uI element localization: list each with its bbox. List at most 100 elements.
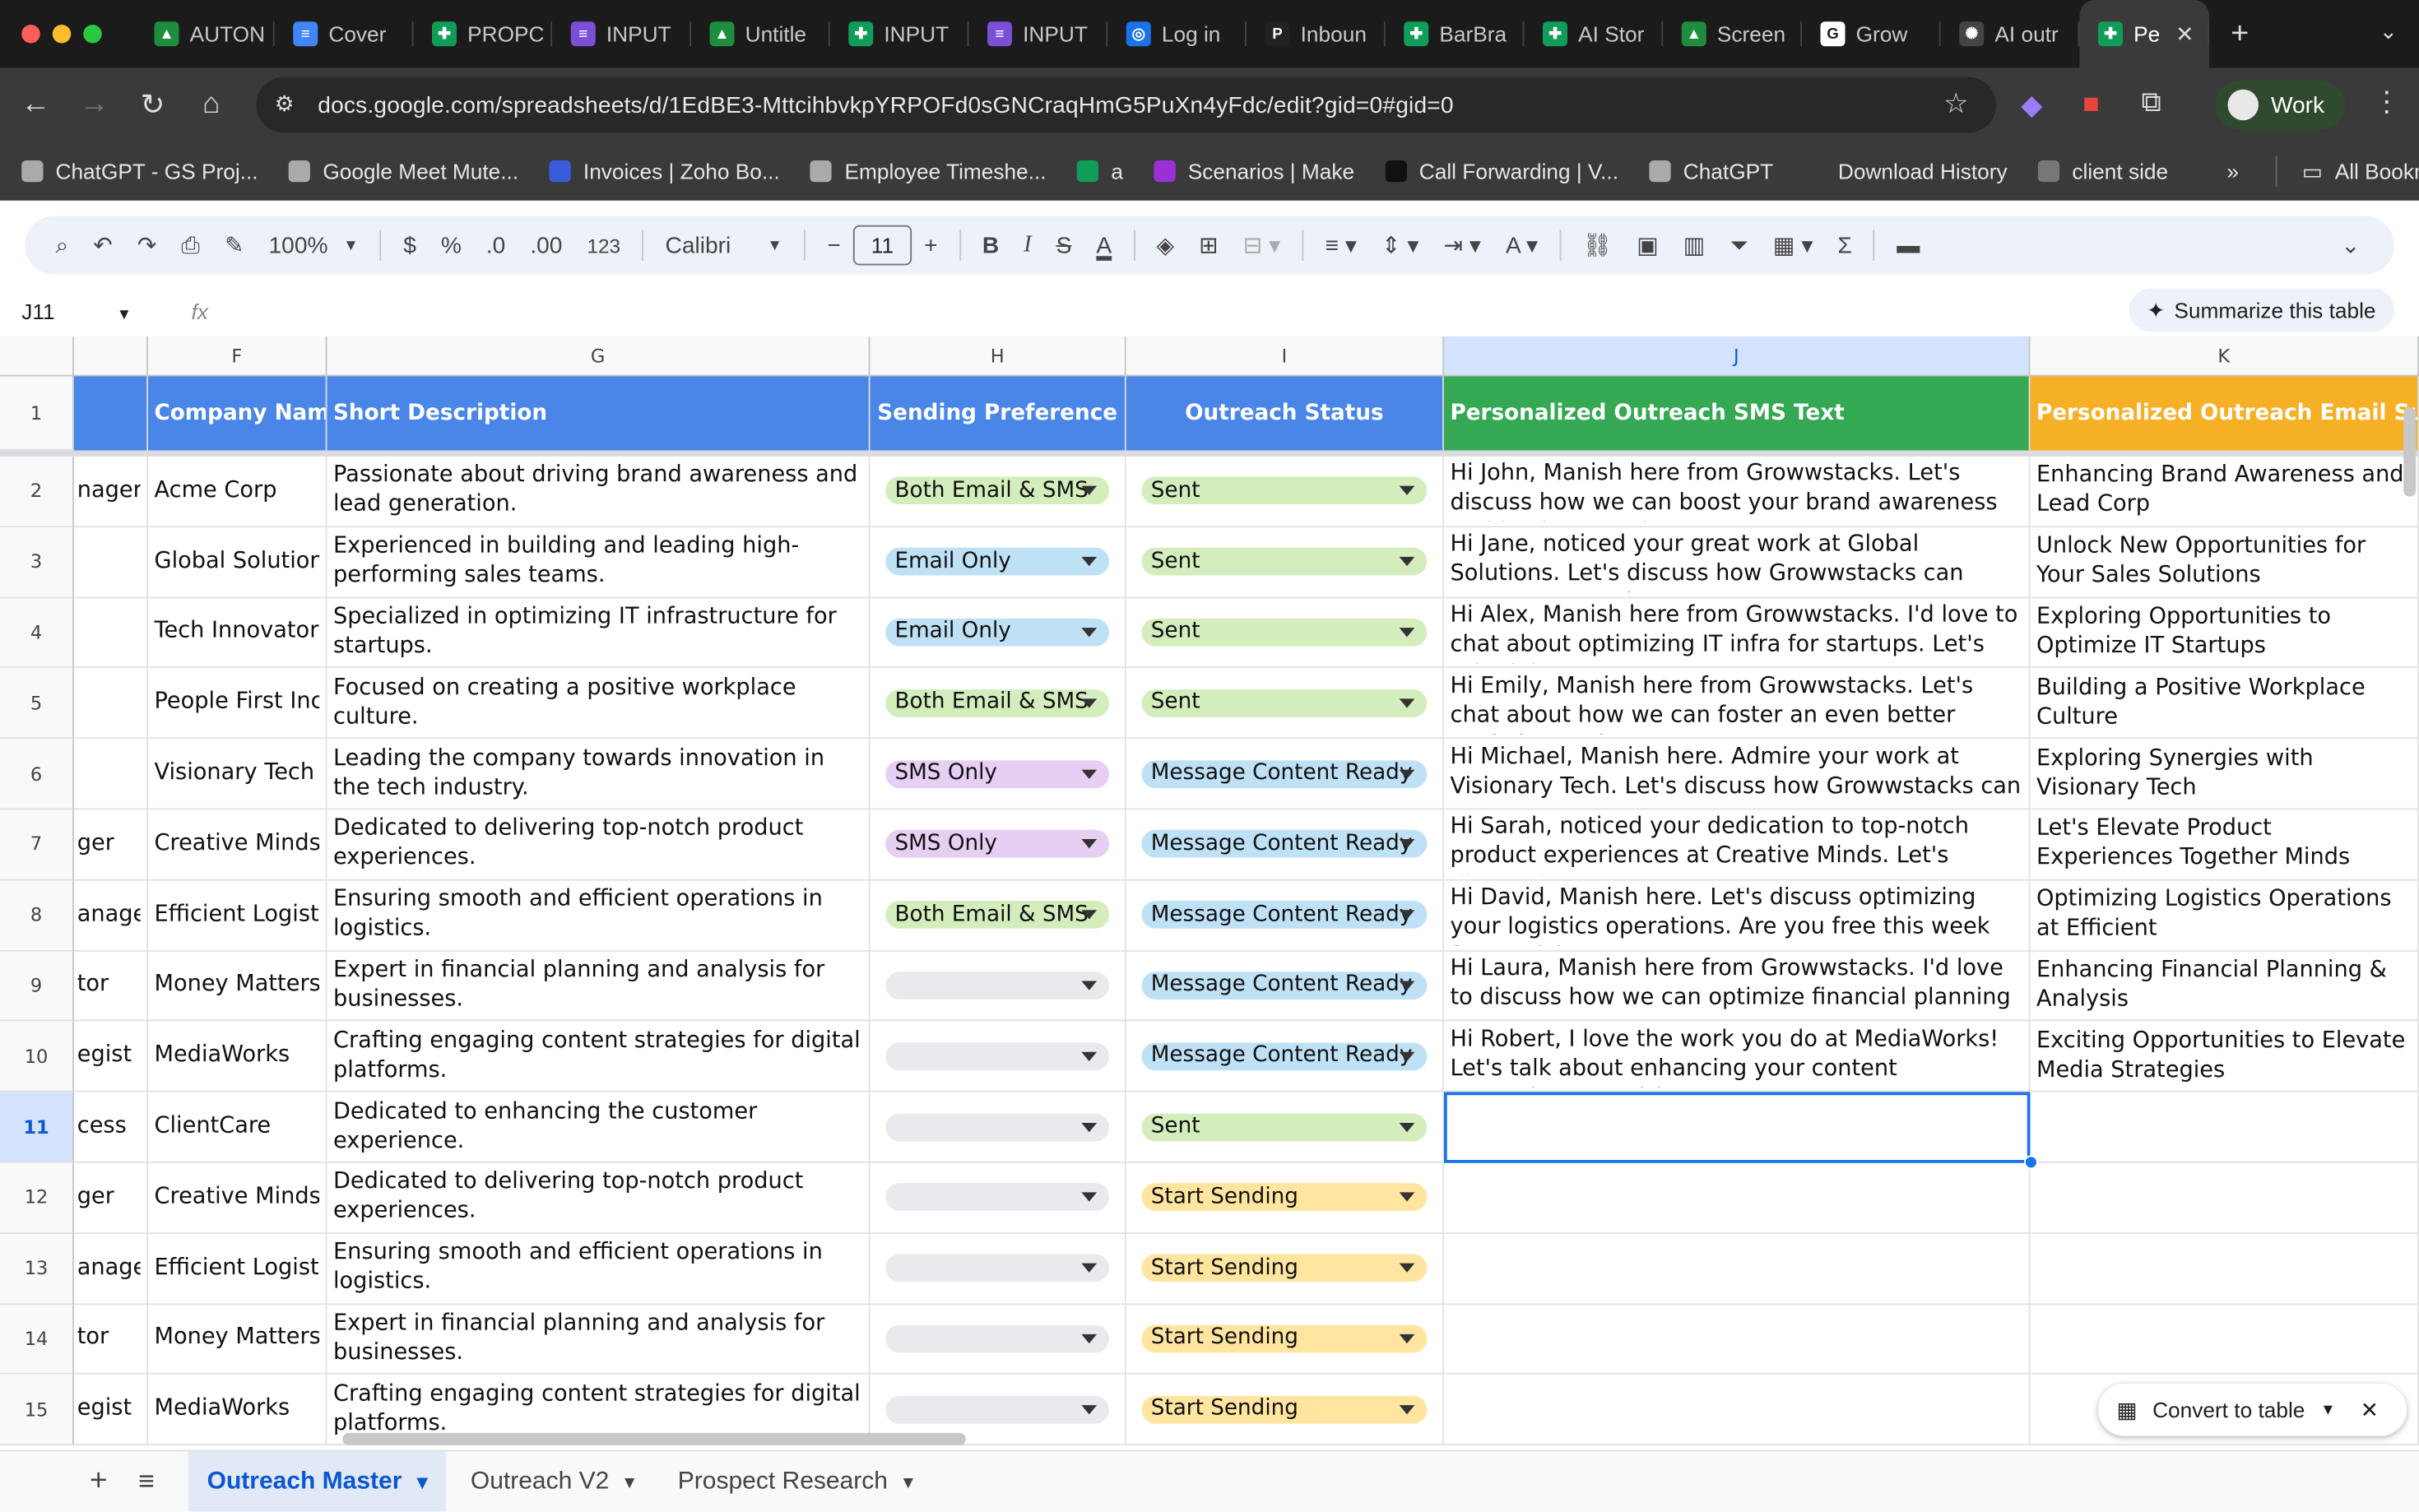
sending-preference-dropdown[interactable] [885, 1112, 1110, 1141]
chevron-down-icon[interactable]: ▾ [624, 1469, 634, 1494]
fill-handle[interactable] [2024, 1155, 2038, 1170]
browser-tab[interactable]: G Grow [1802, 0, 1941, 68]
sending-preference-dropdown[interactable] [885, 972, 1110, 999]
paint-format-icon[interactable]: ✎ [212, 231, 257, 259]
browser-tab[interactable]: ◎ Log in [1107, 0, 1247, 68]
url-field[interactable]: ⚙ docs.google.com/spreadsheets/d/1EdBE3-… [256, 77, 1997, 133]
cell-status[interactable]: Message Content Ready [1126, 880, 1444, 952]
row-header[interactable]: 12 [0, 1162, 74, 1234]
name-box[interactable]: J11 ▼ [0, 299, 160, 324]
outreach-status-dropdown[interactable]: Message Content Ready [1141, 1042, 1428, 1070]
home-icon[interactable]: ⌂ [182, 88, 240, 122]
bookmark-item[interactable]: client side [2038, 159, 2168, 183]
cell-company[interactable]: Acme Corp [148, 457, 327, 527]
forward-arrow-icon[interactable]: → [65, 88, 123, 122]
sending-preference-dropdown[interactable] [885, 1183, 1110, 1212]
column-header-i[interactable]: I [1126, 336, 1444, 377]
column-header-j[interactable]: J [1444, 336, 2031, 377]
row-header[interactable]: 1 [0, 376, 74, 451]
insert-chart-icon[interactable]: ▥ [1671, 231, 1718, 259]
bookmark-item[interactable]: ChatGPT - GS Proj... [21, 159, 258, 183]
outreach-status-dropdown[interactable]: Message Content Ready [1141, 759, 1428, 788]
selected-cell-j11[interactable] [1444, 1092, 2031, 1164]
bookmark-item[interactable]: Google Meet Mute... [289, 159, 518, 183]
cell-company[interactable]: Money Matters [148, 951, 327, 1022]
browser-tab[interactable]: ≡ INPUT [969, 0, 1108, 68]
undo-icon[interactable]: ↶ [81, 231, 125, 259]
horizontal-scrollbar[interactable] [342, 1432, 966, 1445]
header-cell[interactable] [74, 376, 148, 451]
sending-preference-dropdown[interactable] [885, 1254, 1110, 1282]
cell-e[interactable]: egist [74, 1021, 148, 1092]
close-tab-icon[interactable]: ✕ [2175, 21, 2194, 47]
bold-icon[interactable]: B [970, 232, 1011, 258]
bookmark-item[interactable]: Download History [1804, 159, 2008, 183]
header-company[interactable]: Company Name [148, 376, 327, 451]
cell-status[interactable]: Message Content Ready [1126, 1021, 1444, 1092]
frozen-row-divider[interactable] [0, 450, 2419, 457]
text-wrapping-icon[interactable]: ⇥ ▾ [1431, 231, 1493, 259]
cell-subject[interactable]: Unlock New Opportunities for Your Sales … [2030, 526, 2419, 598]
extension-diamond-icon[interactable]: ◆ [2021, 90, 2042, 122]
extensions-puzzle-icon[interactable]: ⧉ [2142, 86, 2161, 118]
vertical-align-icon[interactable]: ⇕ ▾ [1369, 231, 1431, 259]
close-window-button[interactable] [21, 25, 40, 44]
sending-preference-dropdown[interactable] [885, 1042, 1110, 1070]
decrease-font-size-icon[interactable]: − [815, 232, 852, 258]
print-icon[interactable]: ⎙ [169, 232, 212, 258]
increase-decimal-button[interactable]: .00 [518, 232, 574, 258]
cell-sms[interactable] [1444, 1162, 2031, 1234]
cell-company[interactable]: Global Solutions [148, 526, 327, 598]
cell-pref[interactable] [870, 1162, 1126, 1234]
redo-icon[interactable]: ↷ [125, 231, 169, 259]
browser-tab[interactable]: ▲ AUTON [136, 0, 275, 68]
bookmarks-overflow-icon[interactable]: » [2226, 159, 2239, 183]
row-header[interactable]: 4 [0, 597, 74, 669]
sending-preference-dropdown[interactable]: Both Email & SMS [885, 689, 1110, 717]
cell-subject[interactable]: Let's Elevate Product Experiences Togeth… [2030, 809, 2419, 881]
italic-icon[interactable]: I [1011, 232, 1043, 258]
maximize-window-button[interactable] [83, 25, 102, 44]
row-header[interactable]: 13 [0, 1233, 74, 1305]
cell-e[interactable] [74, 739, 148, 810]
chevron-down-icon[interactable]: ▾ [903, 1469, 913, 1494]
column-header-g[interactable]: G [327, 336, 871, 377]
cell-sms[interactable] [1444, 1233, 2031, 1305]
sending-preference-dropdown[interactable]: SMS Only [885, 830, 1110, 859]
browser-tab[interactable]: ✚ INPUT [830, 0, 969, 68]
outreach-status-dropdown[interactable]: Sent [1141, 547, 1428, 576]
cell-company[interactable]: Visionary Tech [148, 739, 327, 810]
cell-desc[interactable]: Specialized in optimizing IT infrastruct… [327, 597, 871, 669]
cell-status[interactable]: Message Content Ready [1126, 739, 1444, 810]
back-arrow-icon[interactable]: ← [7, 88, 65, 122]
sending-preference-dropdown[interactable]: Email Only [885, 547, 1110, 576]
cell-sms[interactable]: Hi David, Manish here. Let's discuss opt… [1444, 880, 2031, 952]
site-settings-icon[interactable]: ⚙ [275, 91, 295, 118]
close-icon[interactable]: ✕ [2361, 1397, 2379, 1423]
outreach-status-dropdown[interactable]: Message Content Ready [1141, 901, 1428, 930]
cell-sms[interactable]: Hi Sarah, noticed your dedication to top… [1444, 809, 2031, 881]
header-status[interactable]: Outreach Status [1126, 376, 1444, 451]
cell-e[interactable]: tor [74, 951, 148, 1022]
column-header-k[interactable]: K [2030, 336, 2419, 377]
browser-tab[interactable]: ≡ Cover [275, 0, 414, 68]
cell-company[interactable]: MediaWorks [148, 1375, 327, 1446]
cell-status[interactable]: Start Sending [1126, 1162, 1444, 1234]
bookmark-item[interactable]: ChatGPT [1649, 159, 1773, 183]
browser-tab[interactable]: ✚ Pe ✕ [2079, 0, 2209, 68]
header-subject[interactable]: Personalized Outreach Email Subject [2030, 376, 2419, 451]
chevron-down-icon[interactable]: ▾ [417, 1469, 427, 1494]
cell-status[interactable]: Sent [1126, 1092, 1444, 1163]
header-pref[interactable]: Sending Preference [870, 376, 1126, 451]
outreach-status-dropdown[interactable]: Message Content Ready [1141, 972, 1428, 999]
cell-e[interactable] [74, 597, 148, 669]
cell-pref[interactable]: Both Email & SMS [870, 457, 1126, 527]
cell-sms[interactable]: Hi Laura, Manish here from Growwstacks. … [1444, 951, 2031, 1022]
cell-desc[interactable]: Focused on creating a positive workplace… [327, 668, 871, 740]
cell-sms[interactable]: Hi John, Manish here from Growwstacks. L… [1444, 457, 2031, 527]
cell-subject[interactable]: Exploring Opportunities to Optimize IT S… [2030, 597, 2419, 669]
cell-pref[interactable] [870, 1233, 1126, 1305]
row-header[interactable]: 2 [0, 457, 74, 527]
cell-pref[interactable] [870, 1021, 1126, 1092]
functions-icon[interactable]: Σ [1825, 232, 1864, 258]
